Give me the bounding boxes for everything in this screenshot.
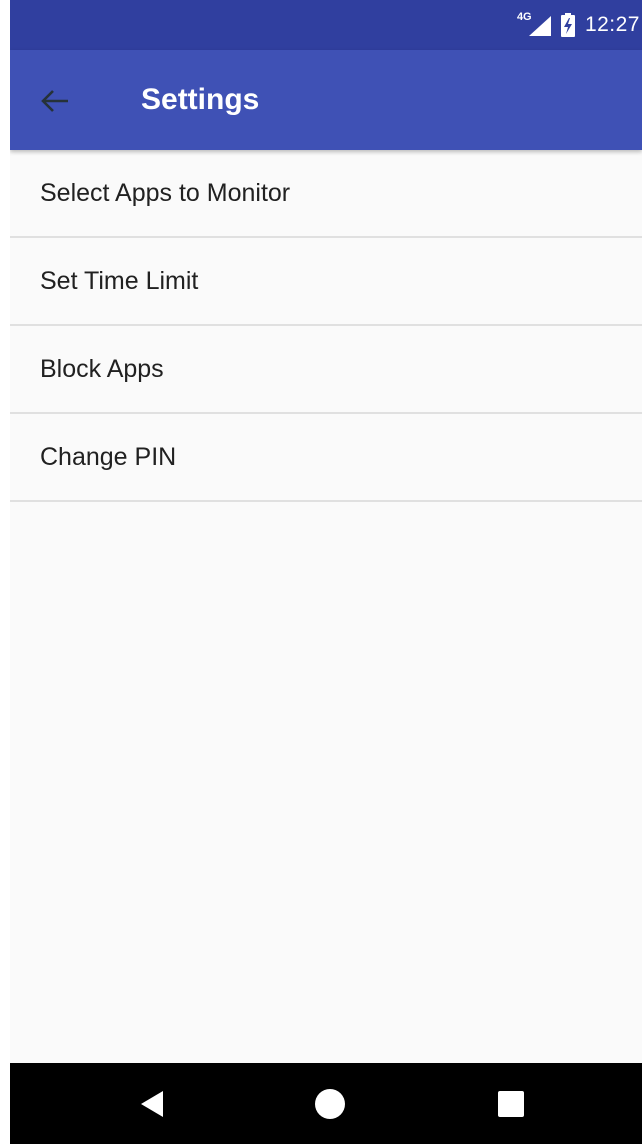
settings-item-label: Block Apps	[40, 354, 164, 383]
settings-list: Select Apps to Monitor Set Time Limit Bl…	[10, 150, 642, 502]
back-button[interactable]	[30, 76, 80, 126]
back-arrow-icon	[41, 90, 68, 112]
page-title: Settings	[141, 83, 260, 116]
signal-icon: 4G	[517, 12, 551, 38]
settings-item-label: Select Apps to Monitor	[40, 178, 291, 207]
back-icon	[141, 1090, 163, 1117]
status-clock: 12:27	[584, 13, 640, 36]
recents-icon	[498, 1090, 524, 1117]
settings-item-select-apps[interactable]: Select Apps to Monitor	[10, 150, 642, 238]
status-bar: 4G 12:27	[10, 0, 642, 50]
home-icon	[315, 1088, 345, 1119]
nav-home-button[interactable]	[290, 1063, 370, 1144]
settings-item-set-time-limit[interactable]: Set Time Limit	[10, 238, 642, 326]
nav-recents-button[interactable]	[471, 1063, 551, 1144]
navigation-bar	[10, 1063, 642, 1144]
settings-screen: 4G 12:27 Settings Select Apps to Monitor…	[10, 0, 642, 1144]
nav-back-button[interactable]	[112, 1063, 192, 1144]
settings-item-block-apps[interactable]: Block Apps	[10, 326, 642, 414]
app-bar: Settings	[10, 50, 642, 150]
status-icons: 4G 12:27	[517, 0, 640, 50]
battery-charging-icon	[560, 13, 575, 37]
settings-item-change-pin[interactable]: Change PIN	[10, 414, 642, 502]
settings-item-label: Set Time Limit	[40, 266, 199, 295]
settings-item-label: Change PIN	[40, 442, 177, 471]
